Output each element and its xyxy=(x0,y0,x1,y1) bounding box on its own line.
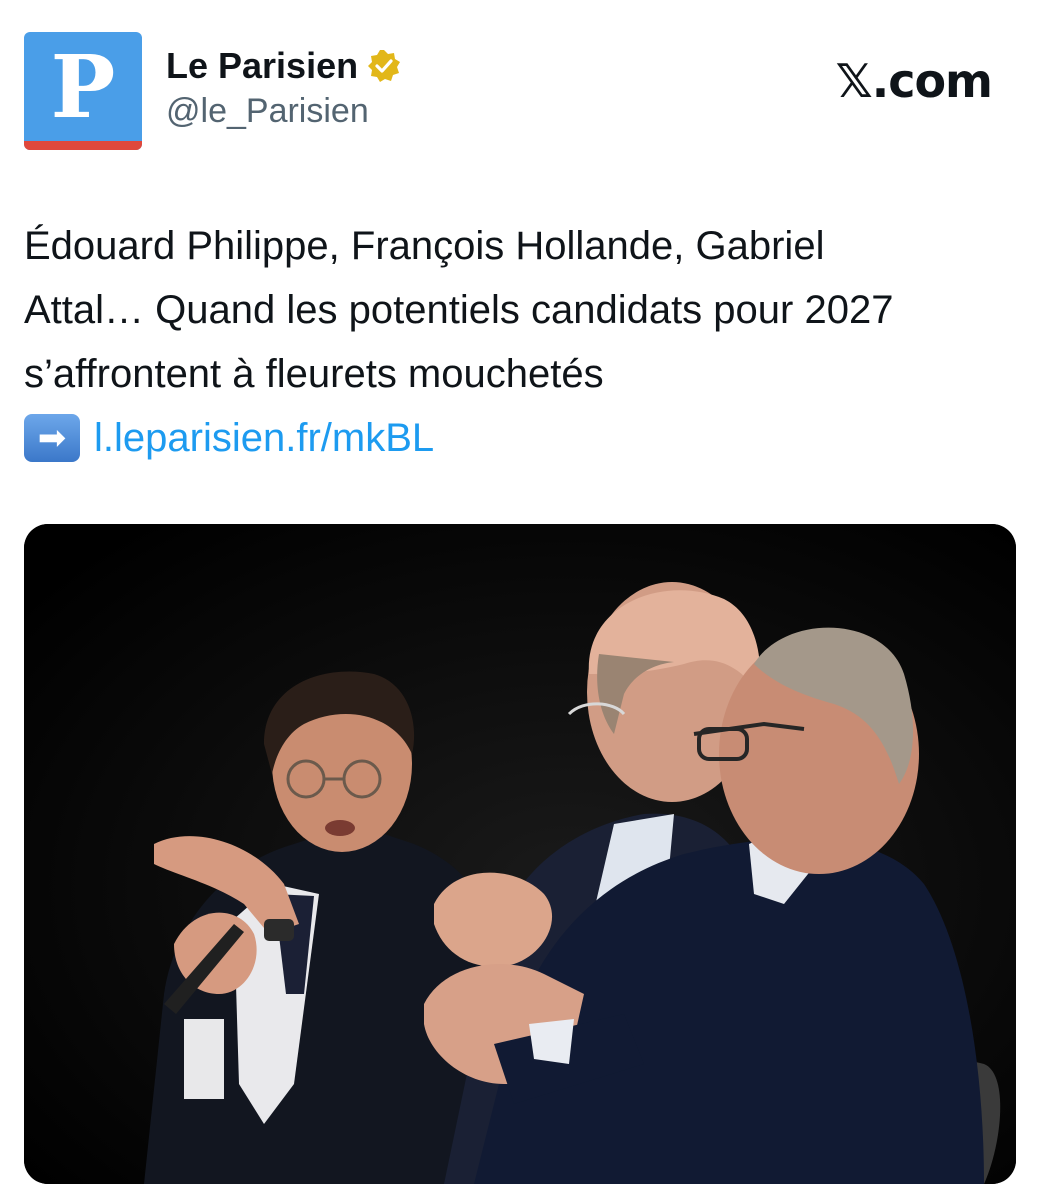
link-row: ➡ l.leparisien.fr/mkBL xyxy=(24,406,1016,470)
photo-image xyxy=(24,524,1016,1184)
article-link[interactable]: l.leparisien.fr/mkBL xyxy=(94,406,434,470)
avatar-stripe xyxy=(24,141,142,150)
tweet-photo[interactable] xyxy=(24,524,1016,1184)
account-info: Le Parisien @le_Parisien xyxy=(166,44,402,131)
tweet-line: Édouard Philippe, François Hollande, Gab… xyxy=(24,224,825,268)
display-name[interactable]: Le Parisien xyxy=(166,45,358,87)
tweet-header: P Le Parisien @le_Parisien 𝕏.com xyxy=(24,32,1016,152)
verified-badge-icon xyxy=(366,48,402,84)
name-row: Le Parisien xyxy=(166,44,402,88)
avatar[interactable]: P xyxy=(24,32,142,150)
tweet-line: Attal… Quand les potentiels candidats po… xyxy=(24,288,894,332)
avatar-logo-letter: P xyxy=(50,37,116,138)
tweet-text: Édouard Philippe, François Hollande, Gab… xyxy=(24,214,1016,470)
tweet-line: s’affrontent à fleurets mouchetés xyxy=(24,352,604,396)
right-arrow-icon: ➡ xyxy=(24,414,80,462)
handle[interactable]: @le_Parisien xyxy=(166,92,402,131)
x-brand-label: 𝕏.com xyxy=(835,54,993,108)
